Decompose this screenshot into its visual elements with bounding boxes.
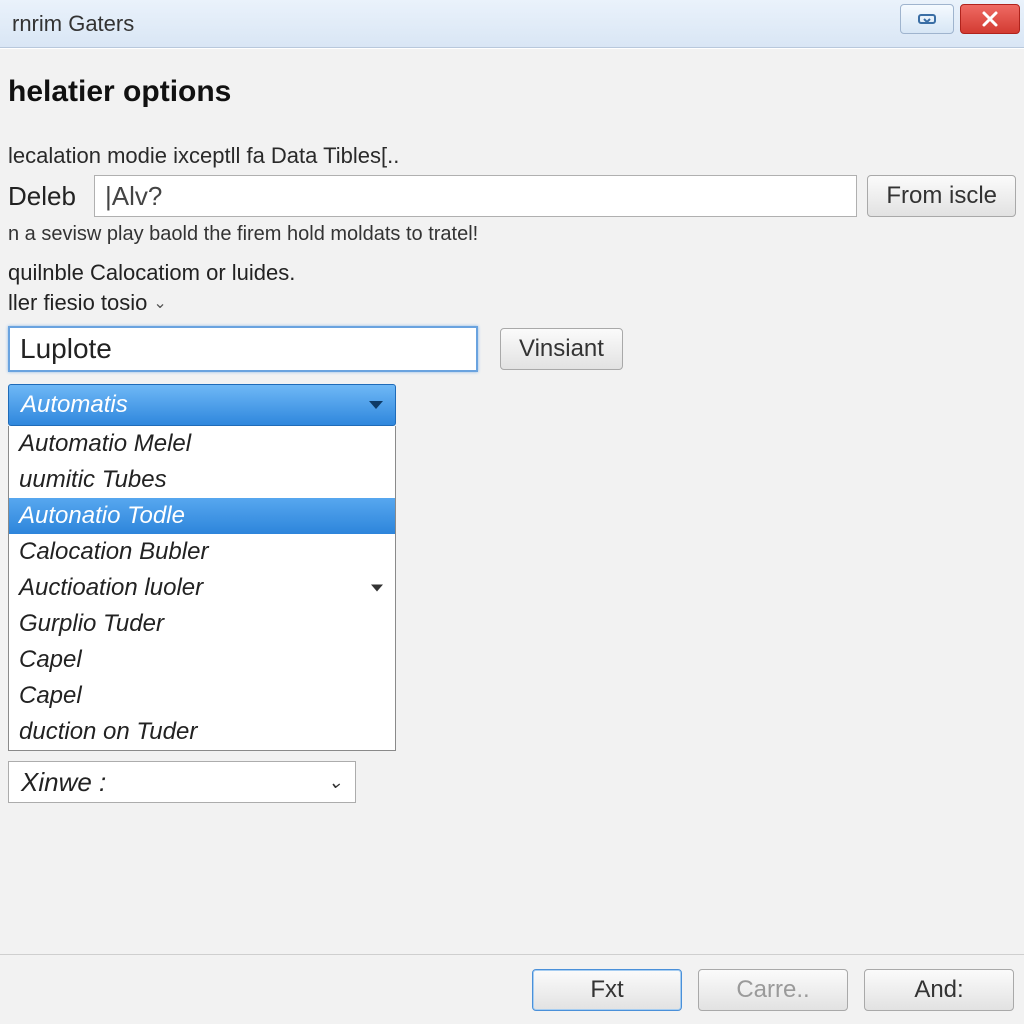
chevron-down-icon <box>369 401 383 409</box>
combo-option[interactable]: Auctioation luoler <box>9 570 395 606</box>
xinwe-label: Xinwe : <box>21 767 106 798</box>
close-button[interactable] <box>960 4 1020 34</box>
dialog-heading: helatier options <box>8 75 1016 109</box>
combo-option[interactable]: Autonatio Todle <box>9 498 395 534</box>
fxt-button[interactable]: Fxt <box>532 969 682 1011</box>
minimize-icon <box>916 12 938 26</box>
dialog-panel: helatier options lecalation modie ixcept… <box>0 48 1024 1024</box>
dialog-footer: Fxt Carre.. And: <box>0 954 1024 1024</box>
combo-option[interactable]: Calocation Bubler <box>9 534 395 570</box>
combo-selected-label: Automatis <box>21 391 128 419</box>
combo-option[interactable]: Automatio Melel <box>9 426 395 462</box>
combo-option[interactable]: Capel <box>9 678 395 714</box>
chevron-down-icon: ⌄ <box>153 293 166 313</box>
chevron-down-icon <box>371 585 383 592</box>
deleb-input[interactable] <box>94 175 857 217</box>
close-icon <box>980 9 1000 29</box>
luplote-input[interactable] <box>8 326 478 372</box>
combo-option[interactable]: Capel <box>9 642 395 678</box>
cancel-button[interactable]: Carre.. <box>698 969 848 1011</box>
xinwe-combo[interactable]: Xinwe : ⌄ <box>8 761 356 803</box>
combo-option[interactable]: uumitic Tubes <box>9 462 395 498</box>
deleb-label: Deleb <box>8 181 84 212</box>
mode-description: lecalation modie ixceptll fa Data Tibles… <box>8 143 1016 169</box>
inline-dropdown-label: ller fiesio tosio <box>8 290 147 316</box>
window-title: rnrim Gaters <box>8 11 134 37</box>
section-label: quilnble Calocatiom or luides. <box>8 260 1016 286</box>
hint-text: n a sevisw play baold the firem hold mol… <box>8 223 1016 246</box>
luplote-row: Vinsiant <box>8 326 1016 372</box>
from-iscle-button[interactable]: From iscle <box>867 175 1016 217</box>
chevron-down-icon: ⌄ <box>328 772 343 793</box>
combo-option[interactable]: duction on Tuder <box>9 714 395 750</box>
titlebar: rnrim Gaters <box>0 0 1024 48</box>
combo-option[interactable]: Gurplio Tuder <box>9 606 395 642</box>
combo-list: Automatio Meleluumitic TubesAutonatio To… <box>8 426 396 751</box>
combo-selected[interactable]: Automatis <box>8 384 396 426</box>
titlebar-buttons <box>900 4 1024 34</box>
minimize-button[interactable] <box>900 4 954 34</box>
vinsiant-button[interactable]: Vinsiant <box>500 328 623 370</box>
automatis-combo: Automatis Automatio Meleluumitic TubesAu… <box>8 384 396 751</box>
and-button[interactable]: And: <box>864 969 1014 1011</box>
deleb-row: Deleb From iscle <box>8 175 1016 217</box>
inline-dropdown[interactable]: ller fiesio tosio ⌄ <box>8 290 167 316</box>
